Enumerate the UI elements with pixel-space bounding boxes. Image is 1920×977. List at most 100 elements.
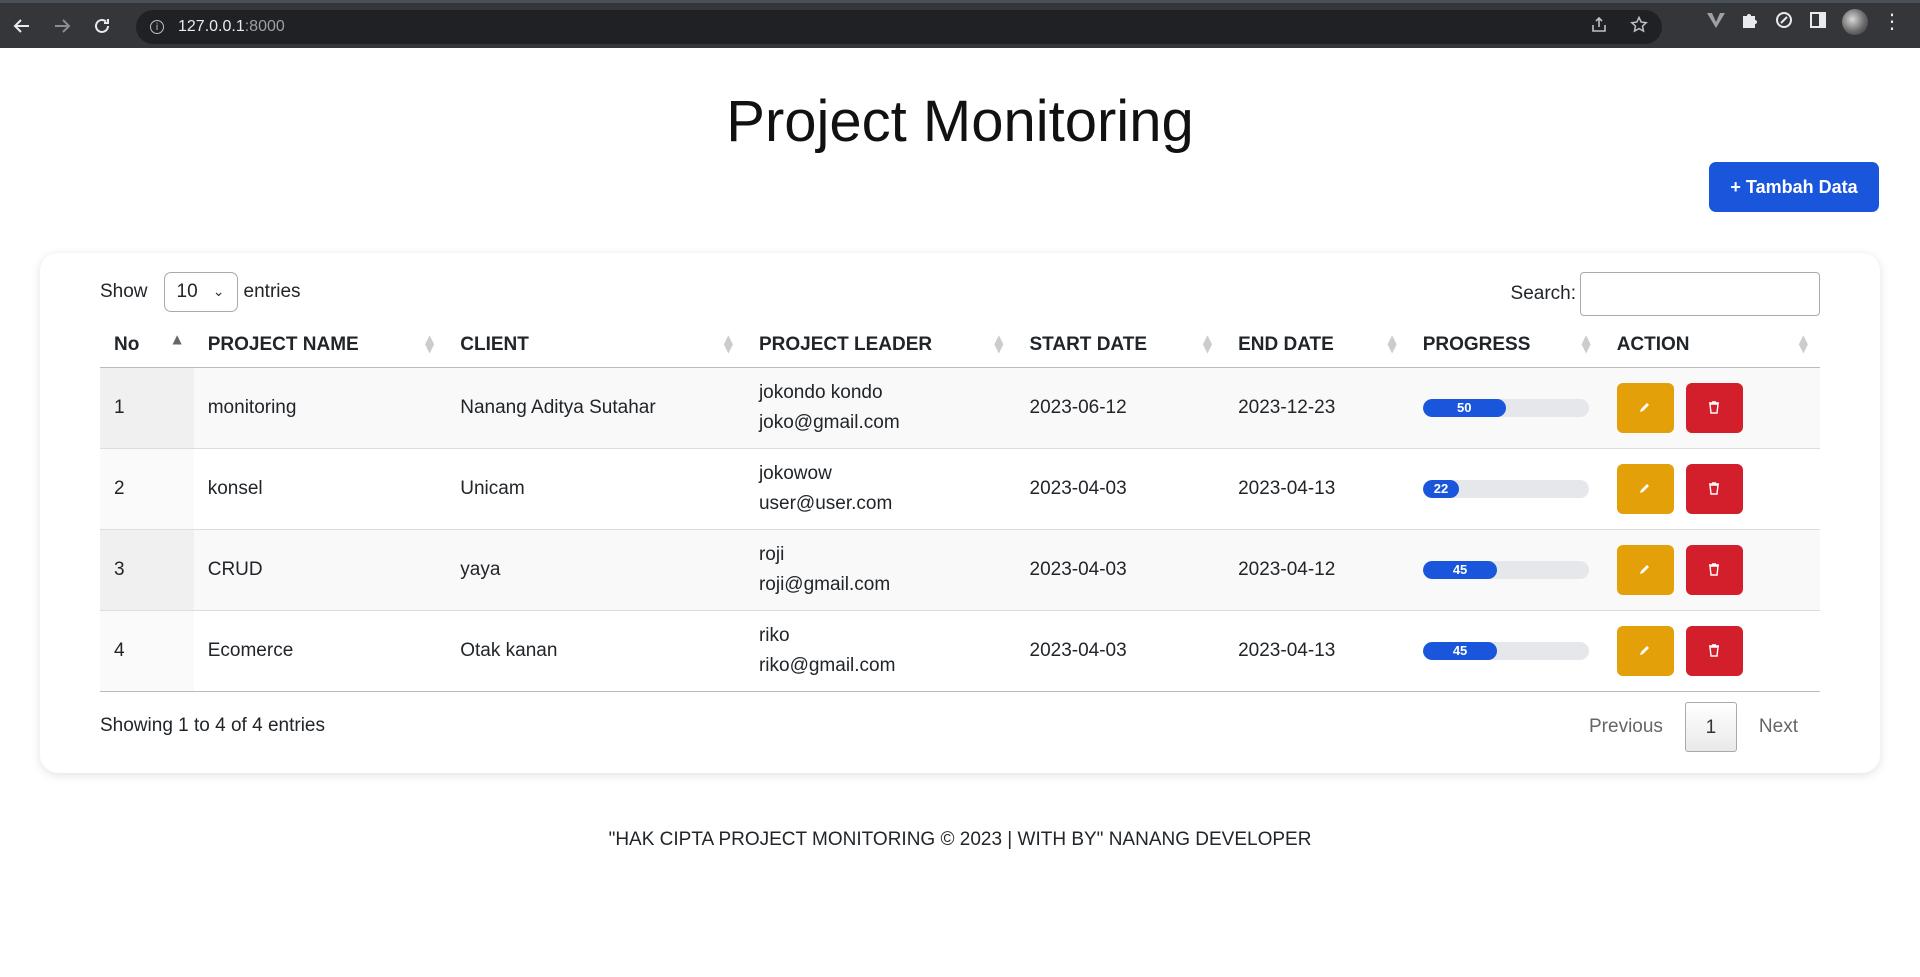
cell-project-leader: roji roji@gmail.com <box>744 529 1016 611</box>
cell-action <box>1602 529 1820 611</box>
puzzle-icon[interactable] <box>1740 10 1760 35</box>
column-header-project-leader[interactable]: PROJECT LEADER ▲ ▼ <box>744 323 1016 368</box>
table-row: 4 Ecomerce Otak kanan riko riko@gmail.com 202… <box>100 610 1820 692</box>
progress-bar: 22 <box>1422 480 1589 498</box>
trash-icon <box>1707 481 1721 498</box>
trash-icon <box>1707 643 1721 660</box>
cell-action <box>1602 448 1820 530</box>
progress-bar: 45 <box>1422 561 1589 579</box>
side-panel-icon[interactable] <box>1808 10 1828 35</box>
edit-button[interactable] <box>1616 464 1674 514</box>
leader-name: jokowow <box>758 463 832 484</box>
cell-project-name: monitoring <box>193 367 447 449</box>
leader-email: riko@gmail.com <box>758 655 896 676</box>
sort-icon: ▲ ▼ <box>723 332 733 355</box>
cell-no: 1 <box>100 367 194 449</box>
cell-project-name: Ecomerce <box>193 610 447 692</box>
progress-fill: 50 <box>1422 399 1506 417</box>
sort-icon: ▲ ▼ <box>1798 332 1808 355</box>
url-port: :8000 <box>244 18 285 35</box>
column-header-no[interactable]: No ▲ <box>100 323 194 368</box>
sync-icon[interactable] <box>1774 10 1794 35</box>
sort-icon: ▲ ▼ <box>994 332 1004 355</box>
edit-button[interactable] <box>1616 383 1674 433</box>
table-row: 1 monitoring Nanang Aditya Sutahar jokondo … <box>100 367 1820 449</box>
projects-table: No ▲ PROJECT NAME ▲ ▼ CLIENT ▲ ▼ PROJECT LEAD… <box>100 323 1820 692</box>
column-header-progress[interactable]: PROGRESS ▲ ▼ <box>1408 323 1603 368</box>
progress-fill: 45 <box>1422 561 1498 579</box>
chevron-down-icon: ⌄ <box>212 284 225 300</box>
url-host: 127.0.0.1 <box>178 18 245 35</box>
cell-no: 4 <box>100 610 194 692</box>
cell-project-leader: riko riko@gmail.com <box>744 610 1016 692</box>
table-header-row: No ▲ PROJECT NAME ▲ ▼ CLIENT ▲ ▼ PROJECT LEAD… <box>100 323 1820 368</box>
cell-end-date: 2023-04-13 <box>1224 610 1409 692</box>
page-title: Project Monitoring <box>726 89 1194 154</box>
leader-name: roji <box>758 544 785 565</box>
page-1-button[interactable]: 1 <box>1684 702 1737 752</box>
cell-project-name: CRUD <box>193 529 447 611</box>
pencil-icon <box>1638 400 1652 417</box>
table-row: 2 konsel Unicam jokowow user@user.com 2023-04… <box>100 448 1820 530</box>
sort-icon: ▲ <box>172 332 182 346</box>
column-header-client[interactable]: CLIENT ▲ ▼ <box>446 323 745 368</box>
cell-project-name: konsel <box>193 448 447 530</box>
previous-page-button[interactable]: Previous <box>1567 702 1685 752</box>
avatar[interactable] <box>1842 9 1868 35</box>
cell-action <box>1602 610 1820 692</box>
cell-client: Nanang Aditya Sutahar <box>446 367 745 449</box>
info-icon[interactable]: i <box>150 20 164 34</box>
search-input[interactable] <box>1580 272 1820 316</box>
column-header-end-date[interactable]: END DATE ▲ ▼ <box>1224 323 1409 368</box>
entries-select[interactable]: 10 ⌄ <box>163 272 238 312</box>
footer-copyright: "HAK CIPTA PROJECT MONITORING © 2023 | W… <box>608 829 1312 850</box>
cell-progress: 22 <box>1408 448 1603 530</box>
cell-progress: 45 <box>1408 610 1603 692</box>
forward-arrow-icon[interactable] <box>44 8 80 44</box>
pencil-icon <box>1638 643 1652 660</box>
show-label: Show <box>100 281 148 302</box>
reload-icon[interactable] <box>84 8 120 44</box>
leader-email: user@user.com <box>758 493 893 514</box>
delete-button[interactable] <box>1685 545 1743 595</box>
table-row: 3 CRUD yaya roji roji@gmail.com 2023-04-03 202… <box>100 529 1820 611</box>
back-arrow-icon[interactable] <box>4 8 40 44</box>
cell-no: 3 <box>100 529 194 611</box>
leader-name: jokondo kondo <box>758 382 883 403</box>
address-bar[interactable]: i 127.0.0.1:8000 <box>136 10 1662 44</box>
kebab-menu-icon[interactable]: ⋮ <box>1882 12 1902 32</box>
leader-email: joko@gmail.com <box>758 412 900 433</box>
star-icon[interactable] <box>1630 15 1648 39</box>
cell-client: Unicam <box>446 448 745 530</box>
table-info: Showing 1 to 4 of 4 entries <box>100 715 325 736</box>
browser-toolbar: i 127.0.0.1:8000 ⋮ <box>0 0 1920 48</box>
edit-button[interactable] <box>1616 626 1674 676</box>
progress-fill: 22 <box>1422 480 1460 498</box>
sort-icon: ▲ ▼ <box>1581 332 1591 355</box>
edit-button[interactable] <box>1616 545 1674 595</box>
pagination: Previous 1 Next <box>1567 702 1820 752</box>
cell-start-date: 2023-04-03 <box>1015 448 1225 530</box>
delete-button[interactable] <box>1685 464 1743 514</box>
leader-email: roji@gmail.com <box>758 574 891 595</box>
column-header-action[interactable]: ACTION ▲ ▼ <box>1602 323 1820 368</box>
cell-client: Otak kanan <box>446 610 745 692</box>
delete-button[interactable] <box>1685 383 1743 433</box>
delete-button[interactable] <box>1685 626 1743 676</box>
cell-progress: 50 <box>1408 367 1603 449</box>
cell-project-leader: jokowow user@user.com <box>744 448 1016 530</box>
cell-start-date: 2023-04-03 <box>1015 529 1225 611</box>
share-icon[interactable] <box>1590 16 1608 39</box>
column-header-project-name[interactable]: PROJECT NAME ▲ ▼ <box>193 323 447 368</box>
entries-label: entries <box>243 281 301 302</box>
extension-v-icon[interactable] <box>1706 11 1726 34</box>
column-header-start-date[interactable]: START DATE ▲ ▼ <box>1015 323 1225 368</box>
cell-end-date: 2023-04-13 <box>1224 448 1409 530</box>
leader-name: riko <box>758 625 790 646</box>
next-page-button[interactable]: Next <box>1737 702 1820 752</box>
progress-fill: 45 <box>1422 642 1498 660</box>
cell-action <box>1602 367 1820 449</box>
pencil-icon <box>1638 481 1652 498</box>
add-data-button[interactable]: + Tambah Data <box>1709 162 1879 212</box>
sort-icon: ▲ ▼ <box>1387 332 1397 355</box>
